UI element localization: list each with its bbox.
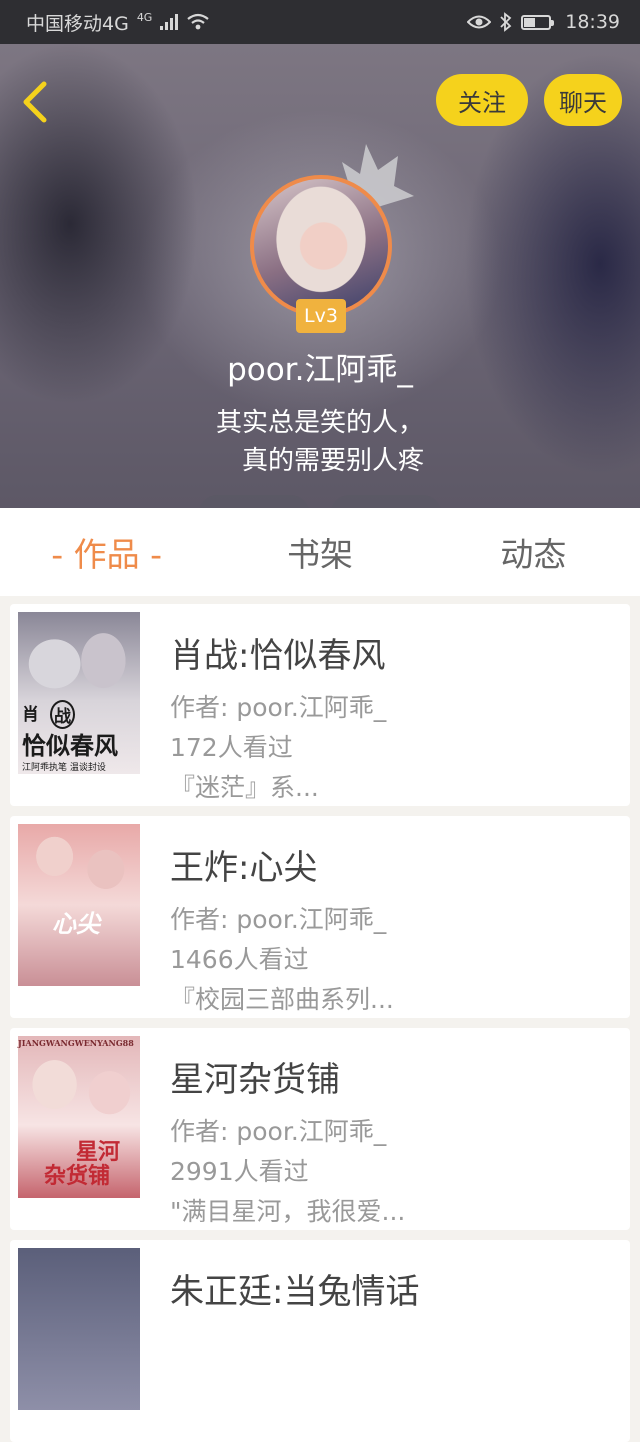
wifi-icon — [187, 13, 210, 30]
back-arrow-icon[interactable] — [18, 80, 54, 124]
tab-bar: - 作品 - 书架 动态 — [0, 508, 640, 596]
stat-pill[interactable] — [330, 495, 442, 508]
bio-line: 其实总是笑的人， — [215, 408, 424, 438]
level-badge: Lv3 — [296, 299, 346, 333]
work-views: 2991人看过 — [170, 1157, 309, 1186]
work-author: 作者: poor.江阿乖_ — [170, 905, 387, 934]
status-bar: 中国移动4G 4G 18:39 — [0, 0, 640, 44]
avatar[interactable] — [250, 175, 392, 317]
tab-bookshelf[interactable]: 书架 — [213, 528, 426, 576]
network-type: 4G — [136, 10, 153, 24]
battery-icon — [521, 14, 555, 30]
work-excerpt: 『校园三部曲系列... — [170, 985, 394, 1014]
work-excerpt: "满目星河，我很爱... — [170, 1197, 406, 1226]
carrier-label: 中国移动4G — [26, 12, 129, 35]
cover-text: 心尖 — [52, 909, 100, 938]
cover-text: 肖 — [22, 705, 39, 725]
work-views: 1466人看过 — [170, 945, 309, 974]
work-card[interactable]: JIANGWANGWENYANG88 星河 杂货铺 星河杂货铺 作者: poor… — [10, 1028, 630, 1230]
tab-activity[interactable]: 动态 — [427, 528, 640, 576]
status-right: 18:39 — [467, 11, 620, 33]
profile-header: 关注 聊天 Lv3 poor.江阿乖_ 其实总是笑的人， 真的需要别人疼 — [0, 44, 640, 508]
bluetooth-icon — [500, 12, 512, 32]
cover-text: 江阿乖执笔 温谈封设 — [22, 763, 106, 773]
eye-comfort-icon — [467, 15, 492, 29]
work-title[interactable]: 肖战:恰似春风 — [170, 628, 385, 677]
book-cover[interactable]: JIANGWANGWENYANG88 星河 杂货铺 — [18, 1036, 140, 1198]
bio-line: 真的需要别人疼 — [241, 446, 424, 476]
work-title[interactable]: 王炸:心尖 — [170, 840, 317, 889]
signal-icon — [160, 14, 179, 30]
work-author: 作者: poor.江阿乖_ — [170, 1117, 387, 1146]
tab-works[interactable]: - 作品 - — [0, 528, 213, 576]
stat-pill[interactable] — [198, 495, 310, 508]
clock: 18:39 — [565, 11, 620, 33]
cover-text: 恰似春风 — [22, 731, 118, 760]
work-excerpt: 『迷茫』系... — [170, 773, 319, 802]
book-cover[interactable] — [18, 1248, 140, 1410]
chat-button[interactable]: 聊天 — [544, 74, 622, 126]
book-cover[interactable]: 肖 战 恰似春风 江阿乖执笔 温谈封设 — [18, 612, 140, 774]
work-card[interactable]: 朱正廷:当兔情话 — [10, 1240, 630, 1442]
book-cover[interactable]: 心尖 — [18, 824, 140, 986]
status-left: 中国移动4G 4G — [26, 9, 210, 36]
work-card[interactable]: 肖 战 恰似春风 江阿乖执笔 温谈封设 肖战:恰似春风 作者: poor.江阿乖… — [10, 604, 630, 806]
work-card[interactable]: 心尖 王炸:心尖 作者: poor.江阿乖_ 1466人看过 『校园三部曲系列.… — [10, 816, 630, 1018]
work-title[interactable]: 星河杂货铺 — [170, 1052, 340, 1101]
work-title[interactable]: 朱正廷:当兔情话 — [170, 1264, 419, 1313]
username: poor.江阿乖_ — [227, 352, 413, 388]
cover-text: 杂货铺 — [44, 1163, 111, 1189]
cover-text: JIANGWANGWENYANG88 — [18, 1038, 134, 1048]
follow-button[interactable]: 关注 — [436, 74, 528, 126]
work-views: 172人看过 — [170, 733, 293, 762]
work-author: 作者: poor.江阿乖_ — [170, 693, 387, 722]
cover-text: 战 — [50, 700, 75, 729]
bio: 其实总是笑的人， 真的需要别人疼 — [0, 404, 640, 480]
